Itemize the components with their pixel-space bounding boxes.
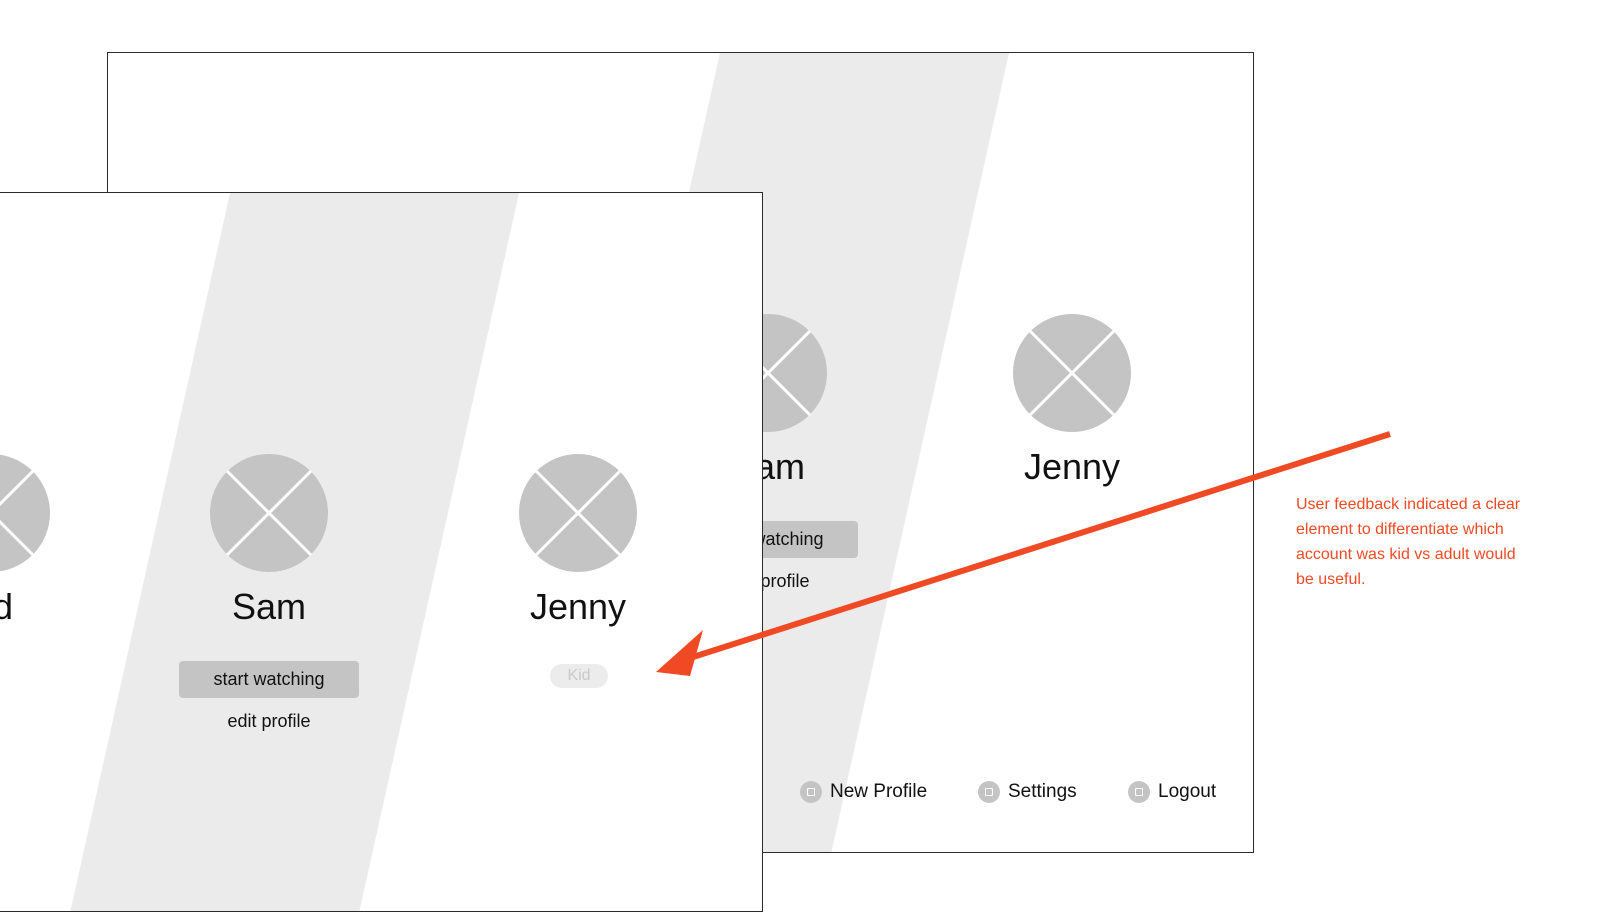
annotation-arrow <box>656 431 1391 676</box>
annotation-note: User feedback indicated a clear element … <box>1296 496 1521 588</box>
